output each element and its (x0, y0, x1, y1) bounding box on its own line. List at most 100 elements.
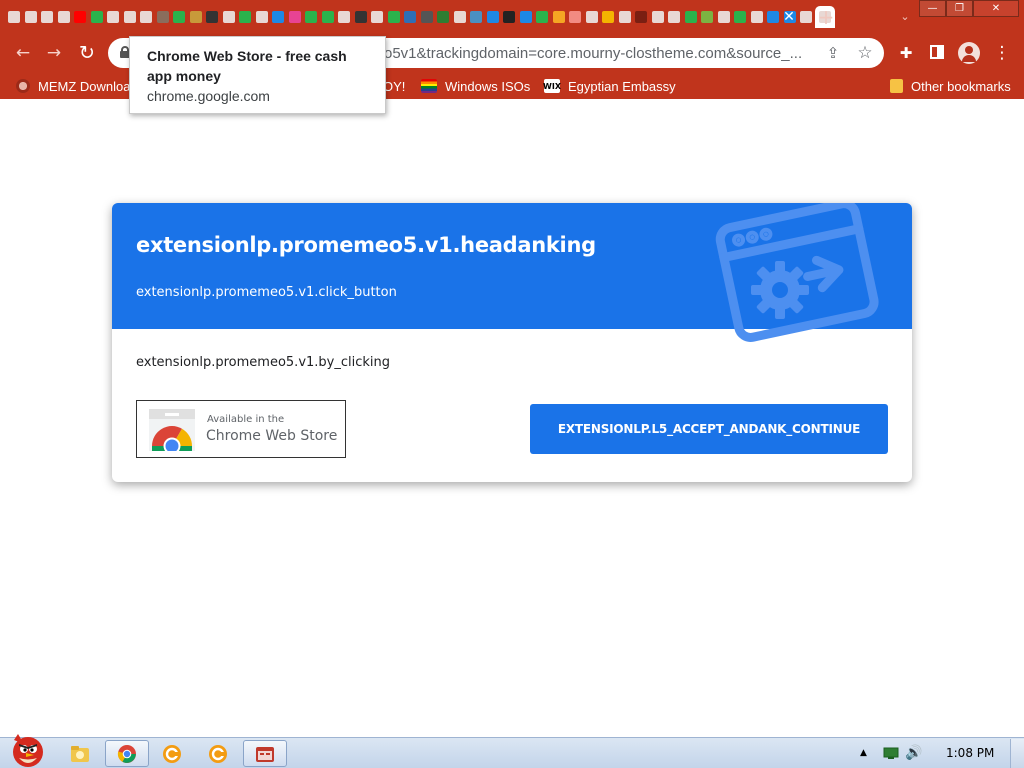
favicon-icon (189, 11, 202, 23)
tab-favicon[interactable] (155, 6, 172, 28)
tab-favicon[interactable] (23, 6, 40, 28)
memz-icon (16, 79, 30, 93)
tab-favicon[interactable] (633, 6, 650, 28)
tab-favicon[interactable] (485, 6, 502, 28)
window-app-icon (256, 746, 274, 762)
start-button-angry-bird-icon[interactable] (4, 730, 52, 768)
tab-favicon[interactable] (551, 6, 568, 28)
tab-favicon[interactable] (138, 6, 155, 28)
tab-favicon[interactable] (72, 6, 89, 28)
taskbar-ccleaner-2[interactable] (196, 740, 240, 767)
new-tab-button[interactable]: + (816, 6, 836, 28)
taskbar-chrome[interactable] (105, 740, 149, 767)
tab-favicon[interactable] (518, 6, 535, 28)
tab-favicon[interactable] (534, 6, 551, 28)
extensions-icon[interactable]: ✚ (896, 43, 916, 63)
profile-avatar[interactable] (958, 42, 980, 64)
menu-icon[interactable]: ⋮ (992, 43, 1012, 63)
favicon-icon (519, 11, 532, 23)
tab-favicon[interactable] (188, 6, 205, 28)
tab-favicon[interactable] (122, 6, 139, 28)
instruction-text: extensionlp.promemeo5.v1.by_clicking (136, 355, 391, 370)
close-window-button[interactable]: ✕ (973, 0, 1019, 17)
favicon-icon (288, 11, 301, 23)
tab-favicon[interactable] (600, 6, 617, 28)
tab-favicon[interactable] (732, 6, 749, 28)
volume-icon[interactable]: 🔊 (905, 743, 922, 763)
side-panel-icon[interactable] (930, 45, 944, 59)
favicon-icon (90, 11, 103, 23)
tab-favicon[interactable] (666, 6, 683, 28)
clock[interactable]: 1:08 PM (946, 743, 994, 763)
favicon-icon (107, 11, 120, 23)
tab-favicon[interactable] (287, 6, 304, 28)
taskbar-ccleaner-1[interactable] (150, 740, 194, 767)
tab-favicon[interactable] (749, 6, 766, 28)
reload-button[interactable]: ↻ (76, 42, 98, 64)
restore-button[interactable]: ❐ (946, 0, 973, 17)
back-button[interactable]: ← (12, 42, 34, 64)
card-header: extensionlp.promemeo5.v1.headanking exte… (112, 203, 912, 342)
tab-favicon[interactable] (501, 6, 518, 28)
tab-favicon[interactable] (39, 6, 56, 28)
continue-button[interactable]: EXTENSIONLP.L5_ACCEPT_ANDANK_CONTINUE (530, 404, 888, 454)
badge-small-text: Available in the (207, 414, 285, 425)
tab-favicon[interactable] (105, 6, 122, 28)
tab-favicon[interactable] (56, 6, 73, 28)
network-icon[interactable] (883, 747, 899, 760)
taskbar-app[interactable] (243, 740, 287, 767)
tab-favicon[interactable] (204, 6, 221, 28)
tray-expand-arrow[interactable]: ▲ (860, 743, 867, 763)
other-bookmarks[interactable]: Other bookmarks (890, 76, 1011, 96)
tab-favicon[interactable] (386, 6, 403, 28)
tab-favicon[interactable] (221, 6, 238, 28)
bookmark-label: Other bookmarks (911, 78, 1011, 94)
url-text[interactable]: o5v1&trackingdomain=core.mourny-closthem… (384, 45, 824, 62)
favicon-icon (503, 11, 516, 23)
favicon-icon (437, 11, 450, 23)
tab-favicon[interactable] (452, 6, 469, 28)
chrome-web-store-badge[interactable]: Available in the Chrome Web Store (136, 400, 346, 458)
tab-favicon[interactable] (798, 6, 815, 28)
favicon-icon (701, 11, 714, 23)
tab-favicon[interactable] (650, 6, 667, 28)
tab-favicon[interactable] (435, 6, 452, 28)
tab-favicon[interactable] (617, 6, 634, 28)
tab-favicon[interactable] (468, 6, 485, 28)
tab-favicon[interactable] (320, 6, 337, 28)
tab-search-button[interactable]: ⌄ (896, 8, 914, 26)
tab-favicon[interactable] (254, 6, 271, 28)
favicon-icon (750, 11, 763, 23)
tab-favicon[interactable] (584, 6, 601, 28)
bookmark-oy[interactable]: OY! (383, 76, 405, 96)
tab-favicon[interactable] (336, 6, 353, 28)
tab-favicon[interactable] (89, 6, 106, 28)
tab-favicon[interactable] (567, 6, 584, 28)
show-desktop-button[interactable] (1010, 739, 1024, 768)
favicon-icon (57, 11, 70, 23)
tab-favicon[interactable] (402, 6, 419, 28)
tab-favicon[interactable] (270, 6, 287, 28)
bookmark-egyptian-embassy[interactable]: WIX Egyptian Embassy (543, 76, 676, 96)
tab-favicon[interactable] (353, 6, 370, 28)
tab-favicon[interactable] (683, 6, 700, 28)
tab-close-button[interactable]: ✕ (780, 8, 798, 26)
bookmark-windows-isos[interactable]: Windows ISOs (421, 76, 530, 96)
favicon-icon (651, 11, 664, 23)
favicon-icon (354, 11, 367, 23)
minimize-button[interactable]: — (919, 0, 946, 17)
tab-favicon[interactable] (419, 6, 436, 28)
bookmark-star-icon[interactable]: ☆ (856, 44, 874, 62)
tab-favicon[interactable] (171, 6, 188, 28)
tab-favicon[interactable] (237, 6, 254, 28)
tab-favicon[interactable] (369, 6, 386, 28)
tab-favicon[interactable] (6, 6, 23, 28)
forward-button[interactable]: → (43, 42, 65, 64)
tab-favicon[interactable] (716, 6, 733, 28)
taskbar-explorer[interactable] (58, 740, 102, 767)
share-icon[interactable]: ⇪ (824, 44, 842, 62)
folder-icon (71, 745, 89, 762)
tab-favicon[interactable] (699, 6, 716, 28)
tab-favicon[interactable] (303, 6, 320, 28)
bookmark-memz[interactable]: MEMZ Downloa (16, 76, 130, 96)
